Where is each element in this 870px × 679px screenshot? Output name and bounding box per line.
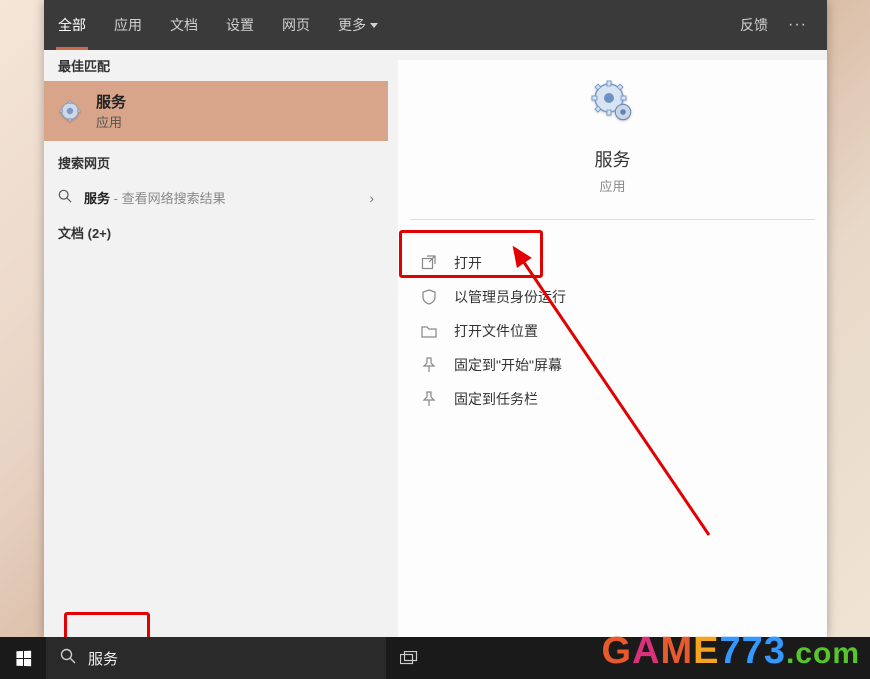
best-match-header: 最佳匹配: [44, 50, 388, 81]
action-open[interactable]: 打开: [410, 246, 815, 280]
pin-icon: [420, 356, 438, 374]
tab-docs[interactable]: 文档: [156, 0, 212, 50]
search-query-text: 服务: [88, 648, 118, 669]
chevron-right-icon: ›: [369, 190, 374, 206]
preview-gear-icon: [589, 80, 637, 128]
docs-header: 文档 (2+): [44, 217, 388, 248]
preview-title: 服务: [595, 146, 631, 172]
taskbar-search-box[interactable]: 服务: [46, 637, 386, 679]
best-match-title: 服务: [96, 91, 126, 112]
tab-bar: 全部 应用 文档 设置 网页 更多 反馈 ···: [44, 0, 827, 50]
windows-logo-icon: [16, 650, 31, 666]
tab-web[interactable]: 网页: [268, 0, 324, 50]
action-open-label: 打开: [454, 253, 482, 273]
web-search-suffix: - 查看网络搜索结果: [110, 191, 226, 206]
action-run-admin-label: 以管理员身份运行: [454, 287, 566, 307]
chevron-down-icon: [370, 23, 378, 28]
start-button[interactable]: [0, 637, 46, 679]
action-pin-start-label: 固定到"开始"屏幕: [454, 355, 562, 375]
best-match-item[interactable]: 服务 应用: [44, 81, 388, 141]
action-pin-taskbar-label: 固定到任务栏: [454, 389, 538, 409]
action-list: 打开 以管理员身份运行 打开文件位置: [398, 220, 827, 416]
best-match-subtitle: 应用: [96, 112, 126, 131]
preview-subtitle: 应用: [599, 176, 625, 195]
task-view-button[interactable]: [386, 637, 432, 679]
tab-apps[interactable]: 应用: [100, 0, 156, 50]
search-icon: [58, 189, 72, 206]
tab-more[interactable]: 更多: [324, 0, 392, 50]
feedback-link[interactable]: 反馈: [728, 15, 780, 35]
action-pin-taskbar[interactable]: 固定到任务栏: [410, 382, 815, 416]
shield-icon: [420, 288, 438, 306]
web-search-query: 服务: [84, 191, 110, 206]
action-pin-start[interactable]: 固定到"开始"屏幕: [410, 348, 815, 382]
web-search-item[interactable]: 服务 - 查看网络搜索结果 ›: [44, 178, 388, 217]
action-run-admin[interactable]: 以管理员身份运行: [410, 280, 815, 314]
tab-all[interactable]: 全部: [44, 0, 100, 50]
taskbar: 服务: [0, 637, 870, 679]
more-options-icon[interactable]: ···: [780, 16, 815, 34]
search-icon: [60, 648, 76, 668]
action-open-location[interactable]: 打开文件位置: [410, 314, 815, 348]
search-results-panel: 全部 应用 文档 设置 网页 更多 反馈 ··· 最佳匹配: [44, 0, 827, 638]
services-gear-icon: [58, 99, 82, 123]
pin-icon: [420, 390, 438, 408]
action-open-location-label: 打开文件位置: [454, 321, 538, 341]
preview-column: 服务 应用 打开 以管理员身份运行: [398, 60, 827, 638]
results-left-column: 最佳匹配 服务 应用 搜索网页: [44, 50, 388, 638]
tab-settings[interactable]: 设置: [212, 0, 268, 50]
folder-icon: [420, 322, 438, 340]
web-search-header: 搜索网页: [44, 147, 388, 178]
open-icon: [420, 254, 438, 272]
